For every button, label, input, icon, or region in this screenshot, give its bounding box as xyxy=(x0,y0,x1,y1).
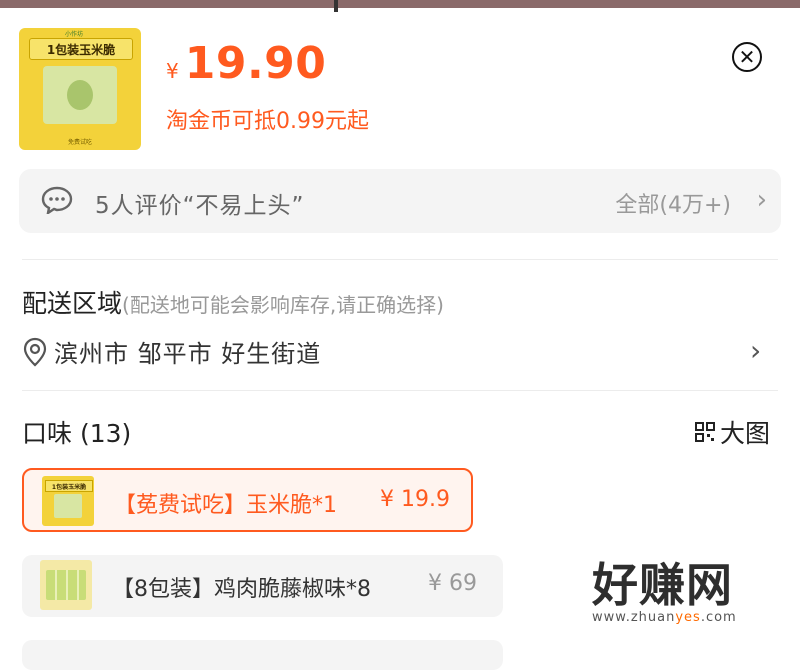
grid-icon xyxy=(695,422,715,442)
price-value: 19.90 xyxy=(184,38,327,89)
watermark: 好赚网 www.zhuanyes.com xyxy=(592,562,737,625)
watermark-text: 好赚网 xyxy=(592,558,733,612)
delivery-address: 滨州市 邹平市 好生街道 xyxy=(54,340,322,368)
location-pin-icon xyxy=(23,337,47,366)
watermark-url: www.zhuanyes.com xyxy=(592,610,737,625)
review-summary-bar[interactable]: 5人评价“不易上头” 全部(4万+) › xyxy=(19,169,781,233)
flavor-option-selected[interactable]: 1包装玉米脆 【莬费试吃】玉米脆*1 ¥ 19.9 xyxy=(22,468,473,532)
notch xyxy=(334,0,338,12)
chevron-right-icon: › xyxy=(756,185,767,215)
option-price: ¥ 19.9 xyxy=(380,487,450,512)
option-price: ¥ 69 xyxy=(428,571,477,596)
option-name: 【8包装】鸡肉脆藤椒味*8 xyxy=(112,577,371,602)
close-icon: ✕ xyxy=(738,44,756,69)
review-summary-text: 5人评价“不易上头” xyxy=(95,193,305,219)
option-thumbnail-label: 1包装玉米脆 xyxy=(45,480,93,492)
option-name: 【莬费试吃】玉米脆*1 xyxy=(114,493,337,518)
all-reviews-link[interactable]: 全部(4万+) xyxy=(615,187,731,219)
flavor-title: 口味 (13) xyxy=(22,419,132,448)
top-strip xyxy=(0,0,800,12)
close-button[interactable]: ✕ xyxy=(732,42,762,72)
thumbnail-bag-illustration xyxy=(43,66,117,124)
chat-bubble-icon xyxy=(41,186,73,214)
flavor-option-partial[interactable] xyxy=(22,640,503,670)
chevron-right-icon[interactable]: › xyxy=(750,334,761,367)
coin-deduction-note: 淘金币可抵0.99元起 xyxy=(166,109,369,134)
flavor-option[interactable]: 【8包装】鸡肉脆藤椒味*8 ¥ 69 xyxy=(22,555,503,617)
divider xyxy=(22,390,778,391)
product-thumbnail: 小作坊 1包装玉米脆 免费试吃 xyxy=(19,28,141,150)
delivery-note: (配送地可能会影响库存,请正确选择) xyxy=(122,293,444,317)
divider xyxy=(22,259,778,260)
option-thumbnail-bag xyxy=(54,494,82,518)
currency-symbol: ¥ xyxy=(166,59,179,83)
thumbnail-label: 1包装玉米脆 xyxy=(29,38,133,60)
big-picture-toggle[interactable]: 大图 xyxy=(694,414,770,450)
delivery-section-title: 配送区域 (配送地可能会影响库存,请正确选择) xyxy=(22,284,444,320)
delivery-title: 配送区域 xyxy=(22,289,123,318)
big-picture-label: 大图 xyxy=(720,419,771,448)
option-thumbnail: 1包装玉米脆 xyxy=(42,476,94,526)
option-thumbnail xyxy=(40,560,92,610)
product-price: ¥ 19.90 xyxy=(166,38,326,89)
delivery-address-row[interactable]: 滨州市 邹平市 好生街道 xyxy=(22,334,321,369)
thumbnail-brand: 小作坊 xyxy=(65,31,84,38)
thumbnail-note: 免费试吃 xyxy=(67,139,92,146)
option-thumbnail-packs xyxy=(46,570,86,600)
